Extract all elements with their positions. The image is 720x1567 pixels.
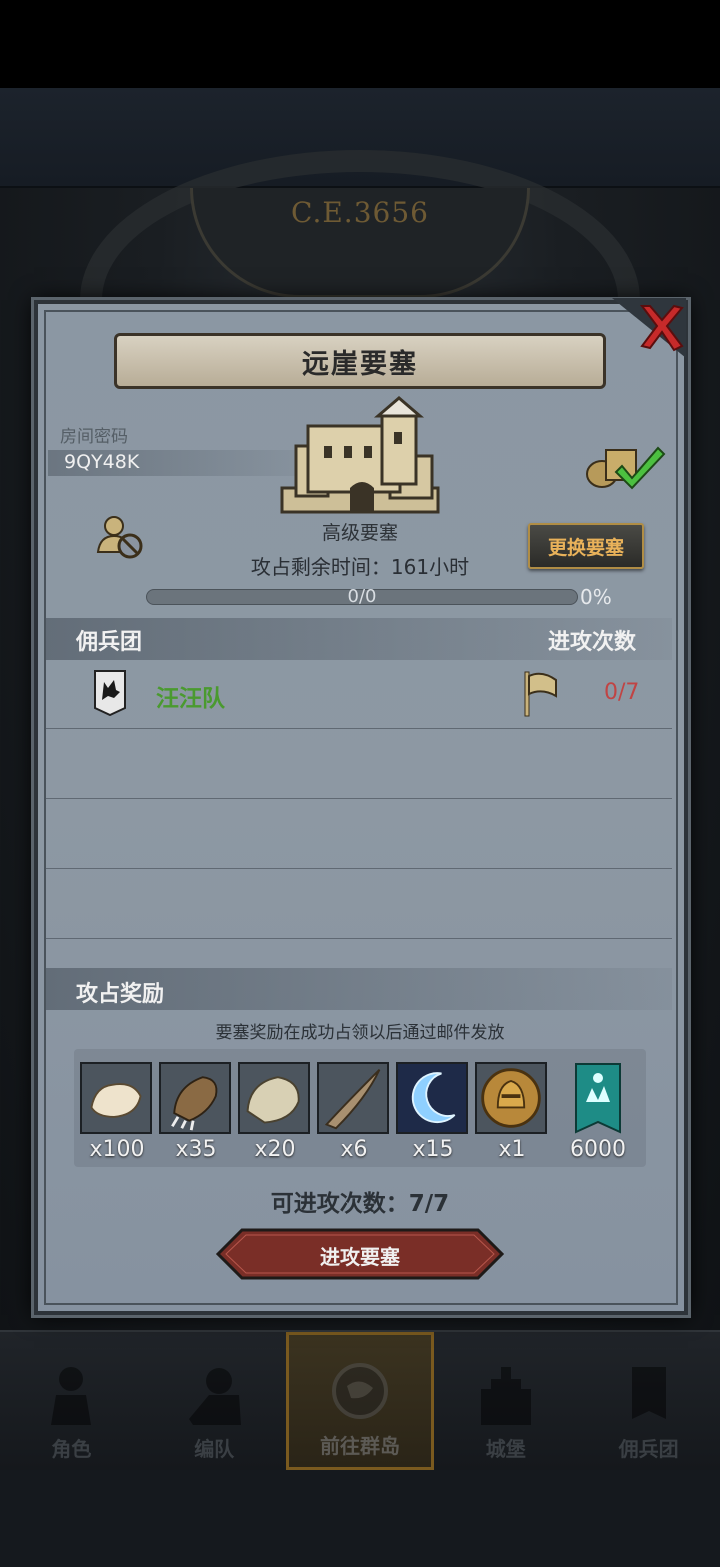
horn-icon [324,1068,381,1130]
rewards-header: 攻占奖励 [76,982,165,1007]
nav-label: 佣兵团 [618,1437,679,1461]
occupation-time-remaining: 攻占剩余时间：161小时 [250,555,470,579]
reward-qty: x20 [254,1137,296,1162]
beast-claw-icon [171,1076,218,1131]
flag-icon [524,671,557,717]
dialog-title-plate: 远崖要塞 [114,333,606,389]
room-code[interactable]: 9QY48K [64,451,139,473]
supply-check-icon [586,446,666,490]
fortress-castle-icon [280,396,440,514]
reward-qty: x6 [340,1137,368,1162]
knight-medal-icon [481,1068,541,1128]
nav-castle[interactable]: 城堡 [434,1332,577,1470]
attack-fortress-label: 进攻要塞 [320,1245,400,1269]
reward-item[interactable] [562,1062,634,1134]
reward-item[interactable] [80,1062,152,1134]
mercenary-row[interactable]: 汪汪队 0/7 [46,664,672,726]
wolf-emblem-icon [94,670,126,716]
reward-qty: 6000 [570,1137,626,1162]
close-icon[interactable] [612,298,686,358]
reward-item[interactable] [475,1062,547,1134]
attacks-header: 进攻次数 [548,630,637,655]
progress-text: 0/0 [347,586,377,607]
castle-icon [480,1367,531,1425]
status-bar-area [0,0,720,88]
character-icon [51,1367,92,1425]
nav-label: 前往群岛 [319,1434,400,1458]
formation-icon [189,1368,242,1425]
bottom-strip [0,1470,720,1567]
reward-item[interactable] [396,1062,468,1134]
dialog-title: 远崖要塞 [302,348,418,380]
room-password-label: 房间密码 [60,427,128,447]
nav-character[interactable]: 角色 [0,1332,143,1470]
progress-percent: 0% [580,585,612,609]
white-fur-icon [90,1083,142,1118]
reward-qty: x1 [498,1137,526,1162]
reward-item[interactable] [238,1062,310,1134]
empty-row [46,798,672,868]
empty-row [46,728,672,798]
reward-qty: x15 [412,1137,454,1162]
crescent-moon-icon [398,1064,466,1132]
nav-label: 角色 [51,1437,92,1461]
reward-item[interactable] [159,1062,231,1134]
guild-banner-icon [575,1063,621,1134]
nav-go-islands[interactable]: 前往群岛 [285,1332,435,1470]
globe-icon [331,1363,388,1419]
mercenary-icon [631,1367,666,1419]
pale-hide-icon [246,1076,300,1124]
nav-label: 城堡 [485,1437,526,1461]
attack-fortress-button[interactable]: 进攻要塞 [215,1228,505,1280]
bottom-nav: 角色 编队 前往群岛 城堡 佣兵团 [0,1330,720,1470]
nav-mercenary[interactable]: 佣兵团 [577,1332,720,1470]
reward-item[interactable] [317,1062,389,1134]
mercenary-name: 汪汪队 [156,686,225,712]
rewards-note: 要塞奖励在成功占领以后通过邮件发放 [215,1023,505,1043]
nav-label: 编队 [194,1437,235,1461]
era-label: C.E.3656 [291,196,429,229]
nav-formation[interactable]: 编队 [143,1332,286,1470]
empty-row [46,868,672,938]
reward-qty: x100 [89,1137,145,1162]
reward-qty: x35 [175,1137,217,1162]
mercenary-attack-count: 0/7 [604,680,640,705]
remaining-attacks: 可进攻次数：7/7 [270,1191,450,1217]
mercenary-header: 佣兵团 [76,630,143,655]
